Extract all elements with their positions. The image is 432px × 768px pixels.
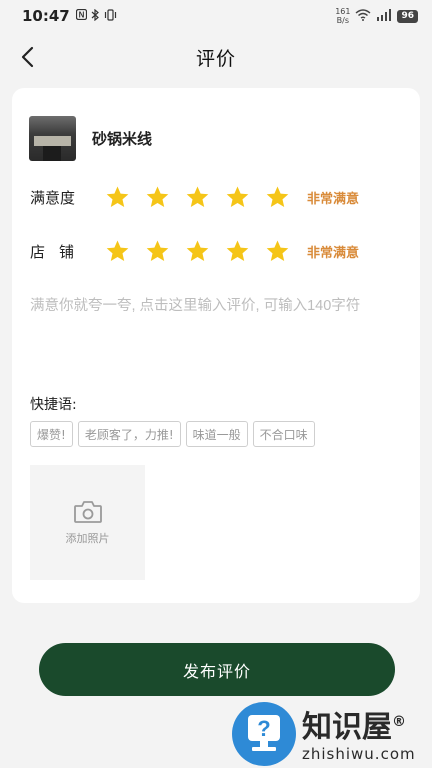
watermark: ? 知识屋® zhishiwu.com xyxy=(232,700,432,768)
rating-label: 满意度 xyxy=(30,189,76,207)
svg-text:N: N xyxy=(78,10,84,19)
review-textarea[interactable] xyxy=(30,294,402,374)
star-icon[interactable] xyxy=(225,185,250,210)
watermark-cn-text: 知识屋 xyxy=(302,710,392,745)
add-photo-button[interactable]: 添加照片 xyxy=(30,465,145,580)
watermark-en: zhishiwu.com xyxy=(302,745,416,763)
rating-text: 非常满意 xyxy=(307,246,360,261)
rating-row-satisfaction: 满意度 非常满意 xyxy=(30,185,359,210)
star-icon[interactable] xyxy=(105,239,130,264)
star-rating[interactable] xyxy=(105,185,290,210)
quick-phrase-tag[interactable]: 不合口味 xyxy=(252,421,315,447)
status-bar: 10:47 N 161 B/s 96 xyxy=(0,0,432,32)
registered-mark: ® xyxy=(392,714,406,730)
star-icon[interactable] xyxy=(105,185,130,210)
star-icon[interactable] xyxy=(185,239,210,264)
quick-phrase-tag[interactable]: 老顾客了，力推! xyxy=(77,421,181,447)
bluetooth-icon xyxy=(91,8,100,24)
quick-phrase-tag[interactable]: 爆赞! xyxy=(30,421,73,447)
add-photo-label: 添加照片 xyxy=(65,531,110,545)
quick-phrases-label: 快捷语: xyxy=(30,397,77,413)
chevron-left-icon xyxy=(21,46,34,68)
camera-icon xyxy=(73,500,102,523)
watermark-text: 知识屋® zhishiwu.com xyxy=(302,705,416,764)
star-icon[interactable] xyxy=(265,185,290,210)
shop-info: 砂锅米线 xyxy=(29,116,152,161)
svg-text:?: ? xyxy=(257,716,270,741)
shop-thumbnail xyxy=(29,116,76,161)
watermark-cn: 知识屋® xyxy=(302,705,416,745)
signal-icon xyxy=(376,8,392,24)
shop-name: 砂锅米线 xyxy=(92,130,153,148)
rating-row-shop: 店铺 非常满意 xyxy=(30,239,359,264)
star-icon[interactable] xyxy=(265,239,290,264)
battery-indicator: 96 xyxy=(397,9,418,23)
rating-text: 非常满意 xyxy=(307,192,360,207)
back-button[interactable] xyxy=(14,44,40,70)
star-icon[interactable] xyxy=(185,185,210,210)
star-rating[interactable] xyxy=(105,239,290,264)
rating-label: 店铺 xyxy=(30,243,89,261)
star-icon[interactable] xyxy=(145,239,170,264)
net-speed-unit: B/s xyxy=(336,16,349,25)
vibrate-icon xyxy=(104,8,117,24)
status-right: 161 B/s 96 xyxy=(335,7,418,25)
star-icon[interactable] xyxy=(225,239,250,264)
wifi-icon xyxy=(355,8,371,24)
quick-phrase-tag[interactable]: 味道一般 xyxy=(185,421,248,447)
quick-phrases: 爆赞! 老顾客了，力推! 味道一般 不合口味 xyxy=(30,421,315,447)
review-card: 砂锅米线 满意度 非常满意 店铺 非常满意 快捷语: 爆赞! 老顾客了，力推! … xyxy=(12,88,420,603)
nav-bar: 评价 xyxy=(0,32,432,82)
watermark-logo-icon: ? xyxy=(232,702,296,766)
status-left-icons: N xyxy=(75,8,117,24)
net-speed-value: 161 xyxy=(335,7,351,16)
star-icon[interactable] xyxy=(145,185,170,210)
publish-review-button[interactable]: 发布评价 xyxy=(39,643,395,696)
page-title: 评价 xyxy=(195,47,236,70)
net-speed: 161 B/s xyxy=(335,7,350,25)
nfc-icon: N xyxy=(75,8,87,24)
status-time: 10:47 xyxy=(22,7,70,25)
